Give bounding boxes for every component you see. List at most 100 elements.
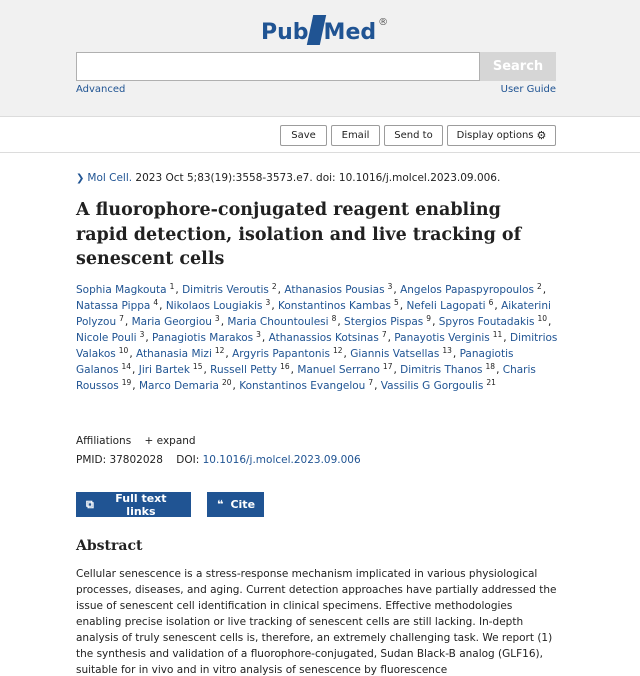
- author-name-link[interactable]: Nefeli Lagopati: [406, 300, 485, 312]
- external-link-icon: ⧉: [86, 497, 94, 511]
- registered-mark: ®: [378, 16, 389, 28]
- author-affiliation-number[interactable]: 11: [493, 330, 503, 339]
- journal-link[interactable]: Mol Cell.: [87, 172, 132, 184]
- doi-link[interactable]: 10.1016/j.molcel.2023.09.006: [203, 454, 361, 466]
- author-name-link[interactable]: Stergios Pispas: [344, 316, 423, 328]
- advanced-search-link[interactable]: Advanced: [76, 84, 125, 95]
- author-affiliation-number[interactable]: 16: [280, 362, 290, 371]
- author-affiliation-number[interactable]: 19: [122, 378, 132, 387]
- author-affiliation-number[interactable]: 4: [153, 298, 158, 307]
- author-item: Dimitris Thanos 18,: [400, 362, 503, 376]
- author-name-link[interactable]: Argyris Papantonis: [232, 348, 330, 360]
- author-name-link[interactable]: Maria Georgiou: [132, 316, 212, 328]
- author-affiliation-number[interactable]: 17: [383, 362, 393, 371]
- author-affiliation-number[interactable]: 7: [382, 330, 387, 339]
- author-separator: ,: [132, 380, 139, 392]
- author-affiliation-number[interactable]: 18: [486, 362, 496, 371]
- article-title: A fluorophore-conjugated reagent enablin…: [76, 200, 522, 269]
- user-guide-link[interactable]: User Guide: [501, 84, 556, 95]
- search-button[interactable]: Search: [480, 52, 556, 81]
- author-item: Konstantinos Kambas 5,: [278, 298, 406, 312]
- author-affiliation-number[interactable]: 13: [442, 346, 452, 355]
- display-options-label: Display options: [456, 130, 534, 141]
- author-name-link[interactable]: Giannis Vatsellas: [350, 348, 439, 360]
- author-affiliation-number[interactable]: 10: [119, 346, 129, 355]
- author-name-link[interactable]: Marco Demaria: [139, 380, 219, 392]
- author-item: Panayotis Verginis 11,: [394, 330, 510, 344]
- author-affiliation-number[interactable]: 14: [121, 362, 131, 371]
- author-item: Nikolaos Lougiakis 3,: [166, 298, 278, 312]
- author-name-link[interactable]: Panayotis Verginis: [394, 332, 489, 344]
- author-affiliation-number[interactable]: 2: [272, 282, 277, 291]
- expand-affiliations-button[interactable]: + expand: [145, 435, 196, 447]
- email-button[interactable]: Email: [331, 125, 380, 146]
- author-separator: ,: [124, 316, 132, 328]
- author-affiliation-number[interactable]: 7: [119, 314, 124, 323]
- author-affiliation-number[interactable]: 3: [215, 314, 220, 323]
- pubmed-logo[interactable]: Pub Med ®: [261, 15, 389, 48]
- header-bar: Pub Med ® Search Advanced User Guide: [0, 0, 640, 117]
- chevron-right-icon: ❯: [76, 173, 85, 184]
- author-affiliation-number[interactable]: 10: [537, 314, 547, 323]
- author-affiliation-number[interactable]: 3: [140, 330, 145, 339]
- send-to-button[interactable]: Send to: [384, 125, 443, 146]
- search-input[interactable]: [76, 52, 480, 81]
- author-affiliation-number[interactable]: 9: [426, 314, 431, 323]
- author-name-link[interactable]: Dimitris Veroutis: [182, 284, 269, 296]
- author-name-link[interactable]: Athanasia Mizi: [136, 348, 212, 360]
- cite-button[interactable]: ❝ Cite: [207, 492, 264, 517]
- display-options-button[interactable]: Display options ⚙: [447, 125, 556, 146]
- author-name-link[interactable]: Sophia Magkouta: [76, 284, 167, 296]
- logo-text-pub: Pub: [261, 19, 309, 45]
- author-affiliation-number[interactable]: 3: [266, 298, 271, 307]
- affiliations-row: Affiliations + expand: [76, 435, 196, 447]
- author-affiliation-number[interactable]: 5: [394, 298, 399, 307]
- author-name-link[interactable]: Natassa Pippa: [76, 300, 150, 312]
- full-text-links-button[interactable]: ⧉ Full text links: [76, 491, 191, 518]
- author-affiliation-number[interactable]: 21: [486, 378, 496, 387]
- author-item: Jiri Bartek 15,: [139, 362, 210, 376]
- author-item: Natassa Pippa 4,: [76, 298, 166, 312]
- full-text-links-label: Full text links: [115, 491, 167, 518]
- author-affiliation-number[interactable]: 1: [170, 282, 175, 291]
- author-affiliation-number[interactable]: 12: [215, 346, 225, 355]
- actions-bar: Save Email Send to Display options ⚙: [0, 117, 640, 153]
- author-name-link[interactable]: Maria Chountoulesi: [227, 316, 328, 328]
- author-separator: ,: [432, 316, 439, 328]
- author-affiliation-number[interactable]: 7: [368, 378, 373, 387]
- author-name-link[interactable]: Nicole Pouli: [76, 332, 137, 344]
- author-separator: ,: [452, 348, 460, 360]
- author-name-link[interactable]: Manuel Serrano: [297, 364, 380, 376]
- author-affiliation-number[interactable]: 6: [489, 298, 494, 307]
- author-name-link[interactable]: Jiri Bartek: [139, 364, 190, 376]
- author-affiliation-number[interactable]: 3: [388, 282, 393, 291]
- citation-details: 2023 Oct 5;83(19):3558-3573.e7. doi: 10.…: [132, 172, 501, 184]
- author-affiliation-number[interactable]: 2: [537, 282, 542, 291]
- author-affiliation-number[interactable]: 15: [193, 362, 203, 371]
- author-affiliation-number[interactable]: 20: [222, 378, 232, 387]
- author-name-link[interactable]: Panagiotis Marakos: [152, 332, 253, 344]
- author-name-link[interactable]: Konstantinos Evangelou: [239, 380, 365, 392]
- author-name-link[interactable]: Athanasios Pousias: [284, 284, 384, 296]
- author-affiliation-number[interactable]: 12: [333, 346, 343, 355]
- author-name-link[interactable]: Angelos Papaspyropoulos: [400, 284, 534, 296]
- author-separator: ,: [132, 364, 139, 376]
- author-separator: ,: [542, 284, 547, 296]
- author-item: Giannis Vatsellas 13,: [350, 346, 460, 360]
- author-name-link[interactable]: Russell Petty: [210, 364, 277, 376]
- author-affiliation-number[interactable]: 8: [332, 314, 337, 323]
- author-name-link[interactable]: Konstantinos Kambas: [278, 300, 391, 312]
- identifiers-row: PMID: 37802028 DOI: 10.1016/j.molcel.202…: [76, 454, 361, 466]
- author-name-link[interactable]: Dimitris Thanos: [400, 364, 482, 376]
- author-name-link[interactable]: Athanassios Kotsinas: [269, 332, 379, 344]
- author-name-link[interactable]: Nikolaos Lougiakis: [166, 300, 263, 312]
- author-item: Panagiotis Marakos 3,: [152, 330, 269, 344]
- author-separator: ,: [159, 300, 166, 312]
- author-item: Vassilis G Gorgoulis 21: [381, 378, 497, 392]
- author-item: Manuel Serrano 17,: [297, 362, 400, 376]
- author-name-link[interactable]: Vassilis G Gorgoulis: [381, 380, 484, 392]
- author-item: Stergios Pispas 9,: [344, 314, 439, 328]
- save-button[interactable]: Save: [280, 125, 327, 146]
- author-name-link[interactable]: Spyros Foutadakis: [439, 316, 535, 328]
- author-affiliation-number[interactable]: 3: [256, 330, 261, 339]
